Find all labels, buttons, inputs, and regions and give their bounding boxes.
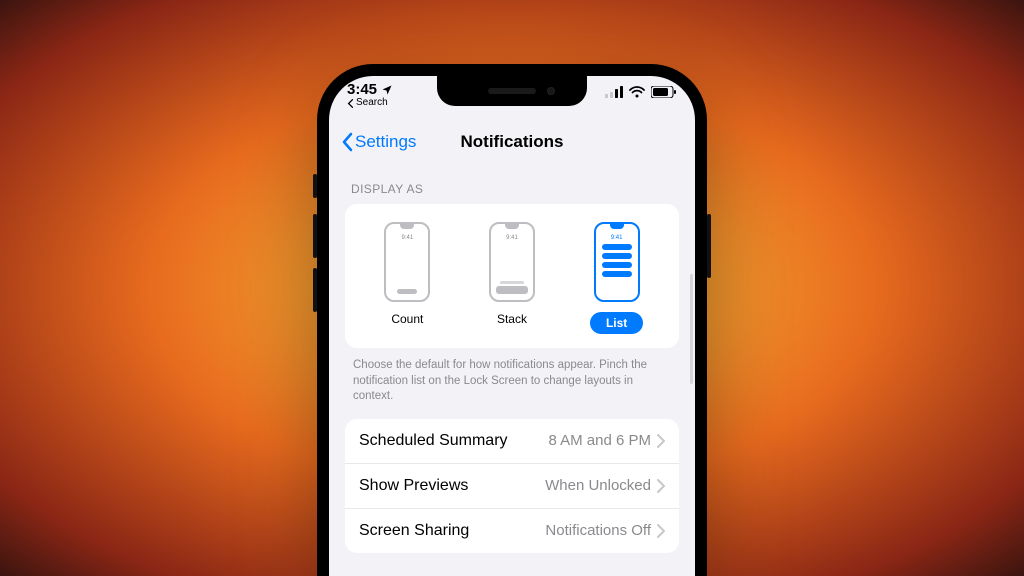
nav-back-button[interactable]: Settings <box>341 132 416 152</box>
status-time: 3:45 <box>347 82 393 97</box>
option-label-selected: List <box>590 312 643 334</box>
location-icon <box>381 84 393 96</box>
chevron-left-icon <box>347 99 354 108</box>
screen: 3:45 Search <box>329 76 695 576</box>
battery-icon <box>651 86 677 98</box>
row-show-previews[interactable]: Show Previews When Unlocked <box>345 464 679 509</box>
settings-list: Scheduled Summary 8 AM and 6 PM Show Pre… <box>345 419 679 553</box>
display-as-note: Choose the default for how notifications… <box>345 348 679 419</box>
chevron-right-icon <box>657 524 665 538</box>
option-label: Stack <box>497 312 527 326</box>
breadcrumb-back-hint[interactable]: Search <box>347 98 393 108</box>
chevron-right-icon <box>657 479 665 493</box>
display-option-stack[interactable]: 9:41 Stack <box>469 222 555 334</box>
wifi-icon <box>629 86 645 98</box>
cellular-icon <box>605 86 623 98</box>
display-option-list[interactable]: 9:41 List <box>574 222 660 334</box>
page-title: Notifications <box>461 132 564 152</box>
scroll-indicator[interactable] <box>690 274 693 384</box>
iphone-frame: 3:45 Search <box>317 64 707 576</box>
navbar: Settings Notifications <box>329 120 695 164</box>
chevron-left-icon <box>341 132 353 152</box>
notch <box>437 76 587 106</box>
row-scheduled-summary[interactable]: Scheduled Summary 8 AM and 6 PM <box>345 419 679 464</box>
section-header-display-as: DISPLAY AS <box>345 172 679 204</box>
display-as-card: 9:41 Count 9:41 Stack <box>345 204 679 348</box>
chevron-right-icon <box>657 434 665 448</box>
row-screen-sharing[interactable]: Screen Sharing Notifications Off <box>345 509 679 553</box>
display-option-count[interactable]: 9:41 Count <box>364 222 450 334</box>
option-label: Count <box>391 312 423 326</box>
